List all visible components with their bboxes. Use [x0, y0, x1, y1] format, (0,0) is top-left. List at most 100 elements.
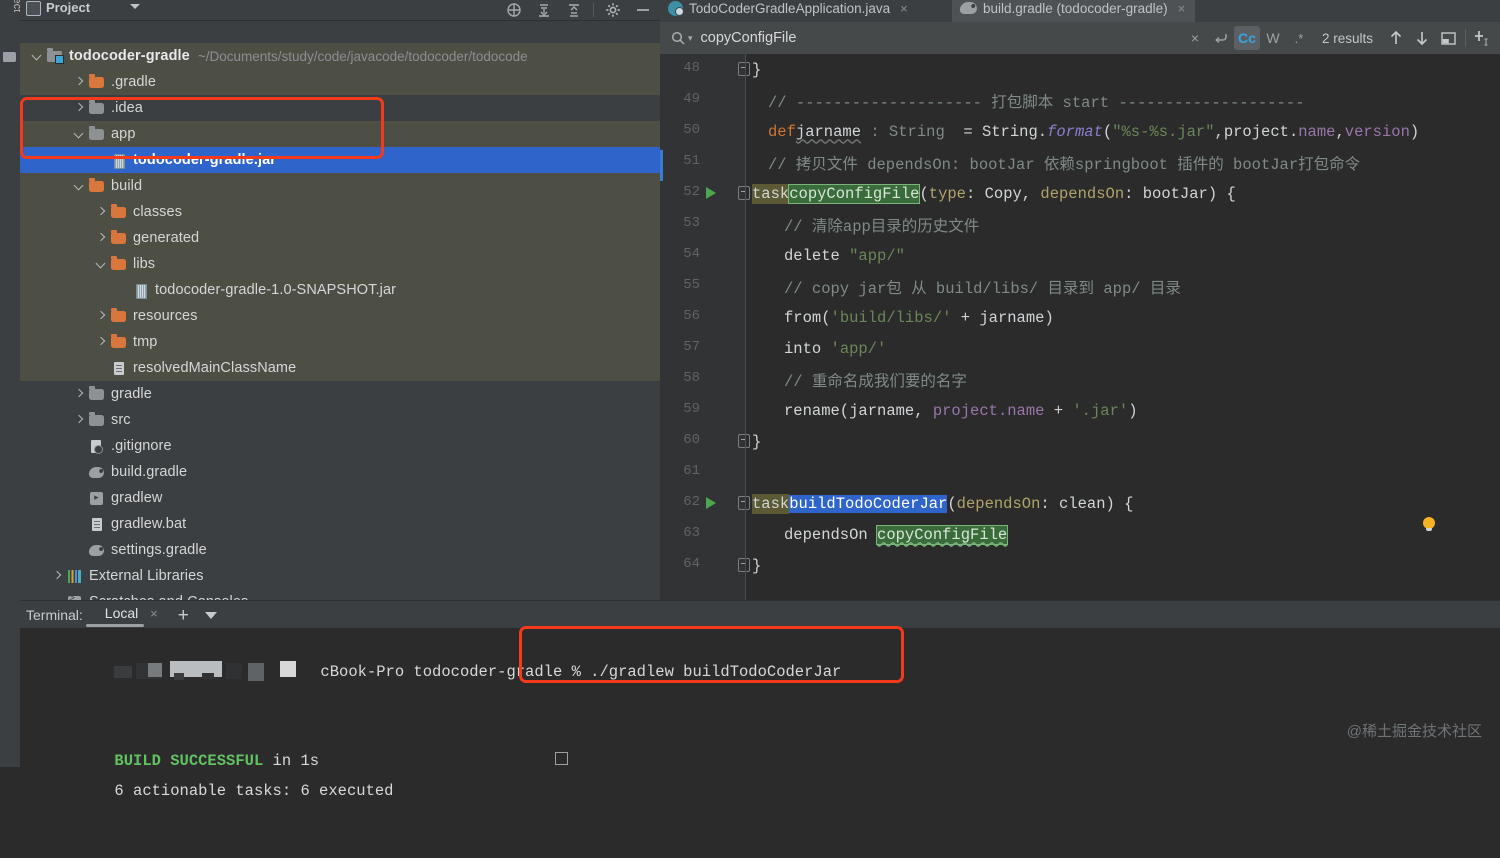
tree-row[interactable]: .idea: [20, 95, 660, 121]
tree-row[interactable]: Scratches and Consoles: [20, 589, 660, 600]
gradle-icon: [959, 2, 978, 14]
lightbulb-icon[interactable]: [1422, 517, 1436, 531]
chevron-down-icon[interactable]: [30, 49, 44, 63]
open-find-window-icon[interactable]: [1435, 26, 1461, 50]
tree-row[interactable]: classes: [20, 199, 660, 225]
tree-row[interactable]: settings.gradle: [20, 537, 660, 563]
tree-row-label: gradlew.bat: [111, 516, 187, 532]
folder-icon: [88, 125, 105, 142]
fold-marker-icon[interactable]: [738, 186, 750, 200]
tree-row[interactable]: build: [20, 173, 660, 199]
gutter-line[interactable]: 55: [660, 271, 746, 302]
tree-row[interactable]: ▸ gradlew: [20, 485, 660, 511]
hide-panel-icon[interactable]: [630, 0, 656, 20]
gutter-line[interactable]: 52: [660, 178, 750, 209]
new-terminal-button[interactable]: +: [178, 606, 189, 625]
chevron-right-icon[interactable]: [72, 75, 86, 89]
gutter-line[interactable]: 58: [660, 364, 746, 395]
gutter-line[interactable]: 61: [660, 457, 746, 488]
line-number: 61: [683, 463, 700, 479]
chevron-right-icon[interactable]: [94, 309, 108, 323]
match-case-toggle[interactable]: Cc: [1233, 26, 1260, 50]
whole-words-toggle[interactable]: W: [1260, 26, 1286, 50]
tree-row[interactable]: tmp: [20, 329, 660, 355]
tree-row[interactable]: External Libraries: [20, 563, 660, 589]
tree-row[interactable]: .gradle: [20, 69, 660, 95]
add-selection-icon[interactable]: [1470, 26, 1496, 50]
chevron-right-icon[interactable]: [72, 413, 86, 427]
editor-gutter[interactable]: 48 49 50 51 52 53 54 55 56 57 58 59 60 61 62 63 64: [660, 54, 750, 600]
clear-search-icon[interactable]: ×: [1182, 26, 1208, 50]
find-bar: ▾ copyConfigFile × Cc W .* 2 results: [660, 22, 1500, 54]
terminal-output[interactable]: cBook-Pro todocoder-gradle % ./gradlew b…: [20, 628, 1500, 800]
chevron-down-icon[interactable]: [94, 257, 108, 271]
close-icon[interactable]: ×: [900, 1, 908, 16]
arrow-down-icon[interactable]: [1409, 26, 1435, 50]
fold-marker-icon[interactable]: [738, 434, 750, 448]
gutter-line[interactable]: 51: [660, 147, 746, 178]
newline-search-icon[interactable]: [1208, 26, 1234, 50]
collapse-all-icon[interactable]: [561, 0, 587, 20]
tree-row[interactable]: .gitignore: [20, 433, 660, 459]
tree-row[interactable]: todocoder-gradle.jar: [20, 147, 660, 173]
folder-icon: [88, 73, 105, 90]
editor-tab-java[interactable]: TodoCoderGradleApplication.java ×: [660, 0, 918, 22]
chevron-right-icon[interactable]: [94, 205, 108, 219]
expand-all-icon[interactable]: [531, 0, 557, 20]
tree-row[interactable]: build.gradle: [20, 459, 660, 485]
arrow-up-icon[interactable]: [1383, 26, 1409, 50]
tree-row-label: todocoder-gradle-1.0-SNAPSHOT.jar: [155, 282, 397, 298]
tree-root-path: ~/Documents/study/code/javacode/todocode…: [197, 48, 528, 64]
search-input[interactable]: copyConfigFile: [701, 30, 797, 46]
gutter-line[interactable]: 62: [660, 488, 750, 519]
chevron-right-icon[interactable]: [72, 101, 86, 115]
tree-row[interactable]: generated: [20, 225, 660, 251]
chevron-right-icon[interactable]: [72, 387, 86, 401]
tree-row-root[interactable]: todocoder-gradle ~/Documents/study/code/j…: [20, 43, 660, 69]
settings-gear-icon[interactable]: [600, 0, 626, 20]
regex-toggle[interactable]: .*: [1286, 26, 1312, 50]
fold-marker-icon[interactable]: [738, 62, 750, 76]
terminal-tab-local[interactable]: Local ×: [105, 605, 158, 625]
gutter-line[interactable]: 50: [660, 116, 746, 147]
code-line: // 重命名成我们要的名字: [784, 372, 967, 391]
tree-row[interactable]: app: [20, 121, 660, 147]
close-icon[interactable]: ×: [150, 606, 158, 621]
gutter-line[interactable]: 56: [660, 302, 746, 333]
tree-row-label: build: [111, 178, 143, 194]
editor-tab-gradle[interactable]: build.gradle (todocoder-gradle) ×: [952, 0, 1196, 24]
gutter-line[interactable]: 59: [660, 395, 746, 426]
tree-row[interactable]: todocoder-gradle-1.0-SNAPSHOT.jar: [20, 277, 660, 303]
run-task-icon[interactable]: [706, 187, 716, 199]
gutter-line[interactable]: 49: [660, 85, 746, 116]
chevron-right-icon[interactable]: [50, 569, 64, 583]
chevron-down-icon[interactable]: [130, 4, 140, 9]
chevron-down-icon[interactable]: [72, 179, 86, 193]
chevron-right-icon[interactable]: [94, 335, 108, 349]
chevron-down-icon[interactable]: [204, 611, 217, 619]
gutter-line[interactable]: 53: [660, 209, 746, 240]
tree-row[interactable]: gradlew.bat: [20, 511, 660, 537]
tree-row[interactable]: gradle: [20, 381, 660, 407]
search-icon[interactable]: ▾: [670, 30, 693, 46]
gutter-line[interactable]: 48: [660, 54, 750, 85]
close-icon[interactable]: ×: [1178, 1, 1186, 16]
line-number: 49: [683, 91, 700, 107]
tree-row[interactable]: resources: [20, 303, 660, 329]
gutter-line[interactable]: 63: [660, 519, 746, 550]
gutter-line[interactable]: 57: [660, 333, 746, 364]
fold-marker-icon[interactable]: [738, 558, 750, 572]
select-opened-file-icon[interactable]: [501, 0, 527, 20]
chevron-right-icon[interactable]: [94, 231, 108, 245]
code-viewport[interactable]: 48 49 50 51 52 53 54 55 56 57 58 59 60 61 62 63 64 } // -…: [660, 54, 1500, 600]
gutter-line[interactable]: 60: [660, 426, 750, 457]
run-task-icon[interactable]: [706, 497, 716, 509]
gutter-line[interactable]: 54: [660, 240, 746, 271]
tree-row[interactable]: src: [20, 407, 660, 433]
chevron-down-icon[interactable]: [72, 127, 86, 141]
code-line: rename(jarname, project. name + '.jar'): [784, 401, 1138, 420]
fold-marker-icon[interactable]: [738, 496, 750, 510]
gutter-line[interactable]: 64: [660, 550, 750, 581]
tree-row[interactable]: resolvedMainClassName: [20, 355, 660, 381]
tree-row[interactable]: libs: [20, 251, 660, 277]
